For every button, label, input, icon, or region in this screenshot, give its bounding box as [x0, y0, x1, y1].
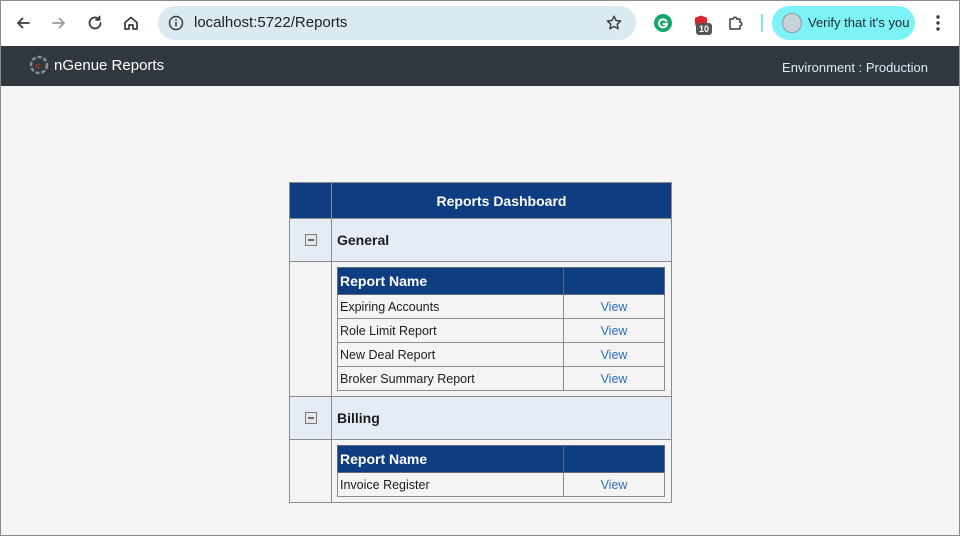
group-row-billing: Billing: [290, 397, 671, 440]
group-label: General: [337, 232, 390, 248]
collapse-icon[interactable]: [304, 234, 317, 246]
url-text[interactable]: localhost:5722/Reports: [194, 14, 347, 31]
extensions-puzzle-icon[interactable]: [725, 12, 747, 34]
browser-toolbar: localhost:5722/Reports 10 Verify that it…: [0, 0, 960, 47]
view-link[interactable]: View: [563, 472, 665, 497]
group-detail-billing: Report Name Invoice Register View: [290, 440, 671, 502]
reports-dashboard: Reports Dashboard General Report Name Ex…: [289, 182, 672, 503]
app-title[interactable]: nGenue Reports: [54, 57, 164, 74]
reload-icon[interactable]: [83, 11, 107, 35]
site-info-icon[interactable]: [166, 13, 186, 33]
column-header-action: [563, 267, 665, 295]
view-link[interactable]: View: [563, 342, 665, 367]
column-header-report-name: Report Name: [337, 267, 564, 295]
toolbar-divider: [761, 14, 763, 32]
group-label: Billing: [337, 410, 380, 426]
group-row-general: General: [290, 219, 671, 262]
profile-avatar: [782, 13, 802, 33]
table-row: Broker Summary Report View: [337, 366, 665, 391]
verify-identity-button[interactable]: Verify that it's you: [772, 6, 915, 40]
collapse-icon[interactable]: [304, 412, 317, 424]
back-arrow-icon[interactable]: [11, 11, 35, 35]
verify-label: Verify that it's you: [808, 15, 910, 30]
extension-badge: 10: [696, 23, 713, 35]
view-link[interactable]: View: [563, 318, 665, 343]
report-name: Broker Summary Report: [337, 366, 564, 391]
grammarly-extension-icon[interactable]: [652, 12, 674, 34]
environment-label: Environment : Production: [782, 60, 928, 75]
forward-arrow-icon[interactable]: [47, 11, 71, 35]
reports-table-general: Report Name Expiring Accounts View Role …: [337, 267, 665, 391]
report-name: Expiring Accounts: [337, 294, 564, 319]
report-name: Invoice Register: [337, 472, 564, 497]
table-row: Expiring Accounts View: [337, 294, 665, 319]
app-header: n nGenue Reports Environment : Productio…: [0, 46, 960, 86]
ngenue-logo-icon: n: [29, 55, 49, 75]
more-menu-icon[interactable]: [926, 11, 950, 35]
table-row: Invoice Register View: [337, 472, 665, 497]
group-detail-general: Report Name Expiring Accounts View Role …: [290, 262, 671, 397]
svg-text:n: n: [35, 61, 40, 72]
address-bar[interactable]: localhost:5722/Reports: [158, 6, 636, 40]
table-row: New Deal Report View: [337, 342, 665, 367]
column-header-action: [563, 445, 665, 473]
reports-table-billing: Report Name Invoice Register View: [337, 445, 665, 497]
bookmark-star-icon[interactable]: [604, 13, 624, 33]
table-header-row: Report Name: [337, 445, 665, 473]
view-link[interactable]: View: [563, 294, 665, 319]
table-header-row: Report Name: [337, 267, 665, 295]
column-header-report-name: Report Name: [337, 445, 564, 473]
report-name: Role Limit Report: [337, 318, 564, 343]
view-link[interactable]: View: [563, 366, 665, 391]
report-name: New Deal Report: [337, 342, 564, 367]
dashboard-title: Reports Dashboard: [436, 192, 567, 209]
table-row: Role Limit Report View: [337, 318, 665, 343]
dashboard-header: Reports Dashboard: [290, 183, 671, 219]
home-icon[interactable]: [119, 11, 143, 35]
